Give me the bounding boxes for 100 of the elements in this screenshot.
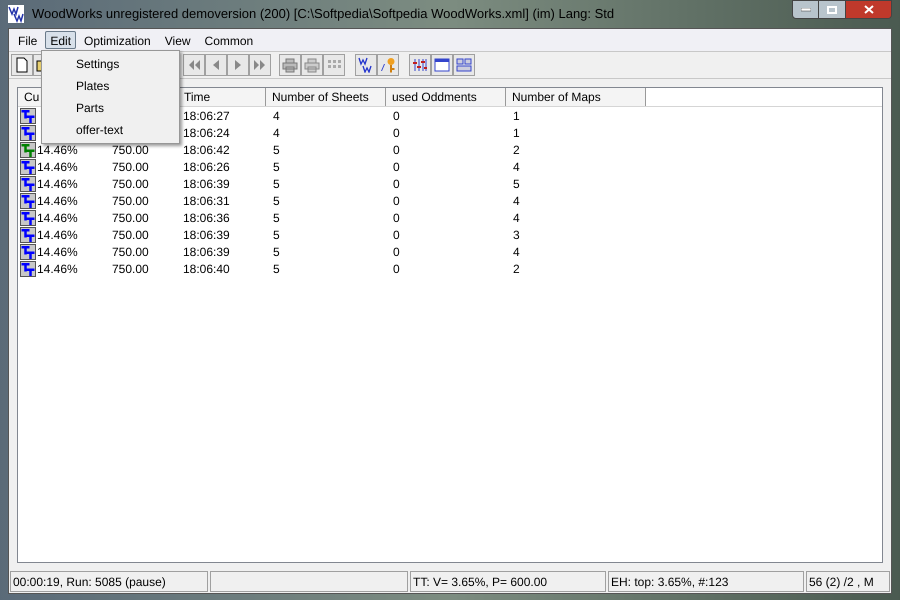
close-button[interactable] — [846, 0, 892, 19]
table-cell: 0 — [393, 108, 400, 122]
menu-item[interactable]: File — [12, 31, 44, 49]
app-logo-icon — [8, 5, 24, 23]
dropdown-item[interactable]: offer-text — [42, 119, 179, 141]
dropdown-item[interactable]: Settings — [42, 53, 179, 75]
sliders-icon — [412, 57, 428, 73]
key-icon — [380, 57, 396, 73]
dropdown-item[interactable]: Parts — [42, 97, 179, 119]
table-cell: 5 — [273, 228, 280, 242]
layout-button[interactable] — [453, 54, 475, 76]
column-header[interactable]: Time — [178, 88, 266, 106]
table-cell: 2 — [513, 142, 520, 156]
status-panel: 56 (2) /2 , M — [806, 571, 890, 592]
menu-item[interactable]: Edit — [45, 31, 76, 49]
status-panel: 00:00:19, Run: 5085 (pause) — [10, 571, 208, 592]
menu-item[interactable]: Optimization — [78, 31, 157, 49]
table-cell: 750.00 — [112, 142, 149, 156]
table-cell: 18:06:36 — [183, 210, 230, 224]
table-cell: 750.00 — [112, 176, 149, 190]
table-cell: 2 — [513, 262, 520, 276]
table-cell: 750.00 — [112, 160, 149, 174]
new-file-button[interactable] — [11, 54, 33, 76]
table-cell: 0 — [393, 210, 400, 224]
print-preview-icon — [304, 57, 320, 73]
table-cell: 4 — [273, 108, 280, 122]
table-cell: 18:06:26 — [183, 160, 230, 174]
new-file-icon — [14, 57, 30, 73]
table-cell: 18:06:27 — [183, 108, 230, 122]
previous-button[interactable] — [205, 54, 227, 76]
text-icon — [20, 260, 36, 276]
status-panel: TT: V= 3.65%, P= 600.00 — [410, 571, 606, 592]
table-cell-text: 14.46% — [37, 142, 78, 158]
table-cell: 5 — [273, 194, 280, 208]
menu-item[interactable]: View — [158, 31, 197, 49]
table-cell: 3 — [513, 228, 520, 242]
table-cell: 750.00 — [112, 228, 149, 242]
column-header[interactable]: used Oddments — [386, 88, 506, 106]
sliders-button[interactable] — [409, 54, 431, 76]
text-icon — [20, 210, 36, 226]
table-cell: 4 — [513, 244, 520, 258]
table-cell: 18:06:42 — [183, 142, 230, 156]
logo-button[interactable] — [355, 54, 377, 76]
next-button[interactable] — [227, 54, 249, 76]
print-button[interactable] — [279, 54, 301, 76]
text-icon — [20, 244, 36, 260]
table-cell: 750.00 — [112, 244, 149, 258]
column-header[interactable]: Number of Sheets — [266, 88, 386, 106]
first-button[interactable] — [183, 54, 205, 76]
dropdown-item[interactable]: Plates — [42, 75, 179, 97]
table-cell: 18:06:39 — [183, 228, 230, 242]
table-cell: 5 — [273, 210, 280, 224]
print-icon — [282, 57, 298, 73]
maximize-button[interactable] — [819, 0, 846, 19]
table-cell-text: 14.46% — [37, 210, 78, 226]
table-cell: 4 — [273, 126, 280, 140]
table-cell: 18:06:24 — [183, 126, 230, 140]
table-cell: 750.00 — [112, 262, 149, 276]
table-cell-text: 14.46% — [37, 158, 78, 176]
text-icon — [20, 176, 36, 192]
print-preview-button[interactable] — [301, 54, 323, 76]
minimize-icon — [800, 8, 810, 12]
text-icon — [20, 226, 36, 242]
table-cell: 1 — [513, 126, 520, 140]
table-cell: 1 — [513, 108, 520, 122]
table-cell: 0 — [393, 160, 400, 174]
minimize-button[interactable] — [792, 0, 819, 19]
text-icon — [20, 108, 36, 124]
text-icon — [20, 124, 36, 140]
table-cell: 5 — [273, 176, 280, 190]
table-cell-text: 14.46% — [37, 226, 78, 244]
text-icon — [20, 142, 36, 158]
maximize-icon — [827, 6, 837, 14]
status-panel: EH: top: 3.65%, #:123 — [608, 571, 804, 592]
table-cell: 5 — [513, 176, 520, 190]
table-cell: 18:06:31 — [183, 194, 230, 208]
table-cell: 0 — [393, 228, 400, 242]
table-cell: 0 — [393, 176, 400, 190]
table-cell: 4 — [513, 210, 520, 224]
table-cell-text: 14.46% — [37, 192, 78, 210]
column-header[interactable]: Number of Maps — [506, 88, 646, 106]
table-cell: 4 — [513, 194, 520, 208]
table-cell: 0 — [393, 142, 400, 156]
window-button[interactable] — [431, 54, 453, 76]
table-cell: 5 — [273, 160, 280, 174]
table-cell: 5 — [273, 142, 280, 156]
close-icon — [864, 5, 874, 14]
text-icon — [20, 158, 36, 174]
logo-icon — [358, 57, 374, 73]
menu-item[interactable]: Common — [198, 31, 260, 49]
table-cell: 5 — [273, 262, 280, 276]
table-cell: 0 — [393, 244, 400, 258]
window-icon — [434, 57, 450, 73]
last-icon — [252, 57, 268, 73]
text-icon — [20, 192, 36, 208]
last-button[interactable] — [249, 54, 271, 76]
table-cell: 750.00 — [112, 210, 149, 224]
table-cell: 5 — [273, 244, 280, 258]
table-cell: 0 — [393, 126, 400, 140]
table-cell: 0 — [393, 194, 400, 208]
